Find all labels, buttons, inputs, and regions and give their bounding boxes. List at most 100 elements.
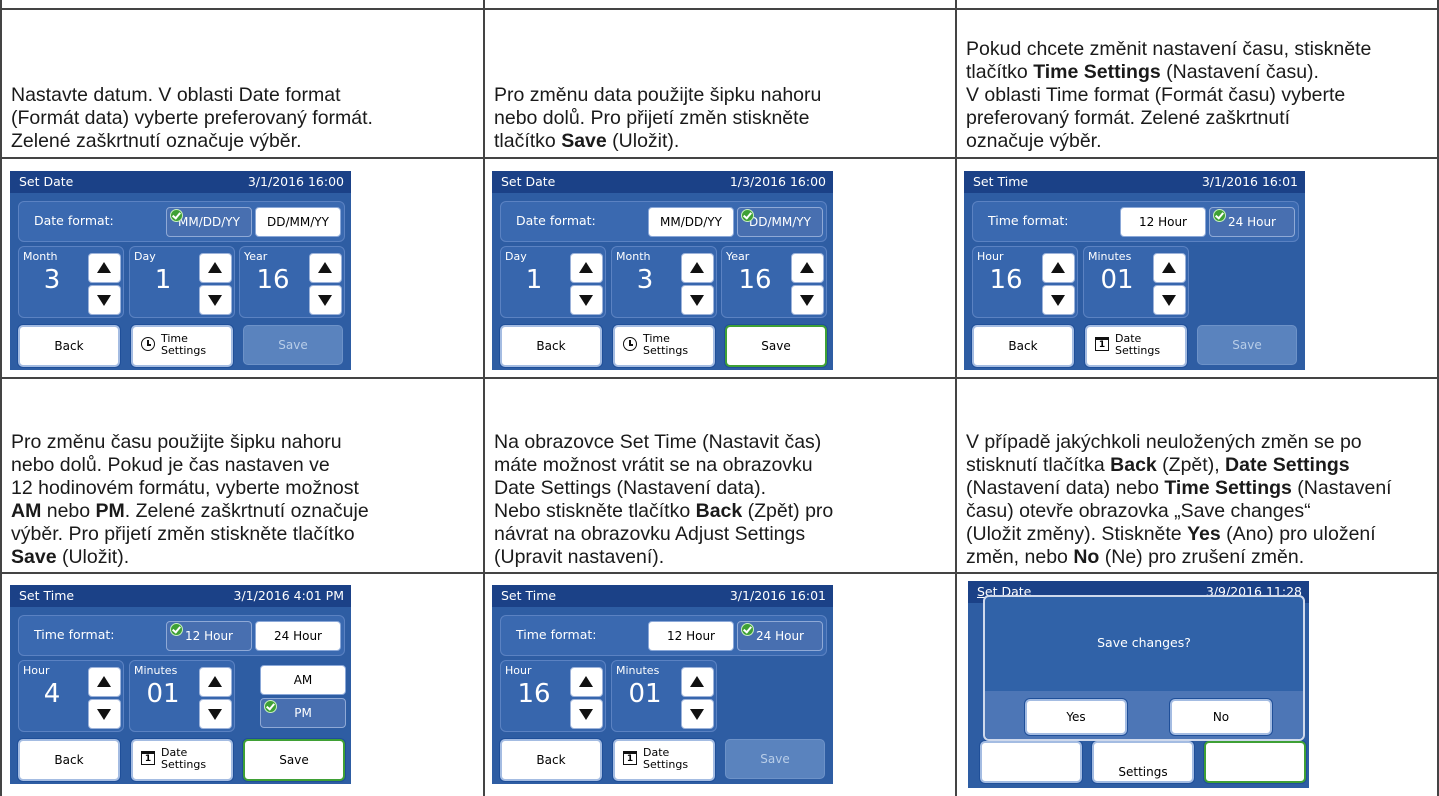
pm-button[interactable]: PM [260,698,346,728]
back-button[interactable]: Back [18,325,120,367]
datetime-display: 1/3/2016 16:00 [729,174,826,189]
save-button[interactable]: Save [243,325,343,365]
table-divider [0,572,1439,574]
behind-button [980,741,1082,783]
down-arrow-icon[interactable] [570,699,603,729]
minutes-spinner: Minutes 01 [1083,246,1189,318]
down-arrow-icon[interactable] [1042,285,1075,315]
save-button[interactable]: Save [1197,325,1297,365]
down-arrow-icon[interactable] [199,285,232,315]
set-time-screen: Set Time 3/1/2016 4:01 PM Time format: 12… [10,585,351,784]
down-arrow-icon[interactable] [88,699,121,729]
screen-title: Set Date [501,174,556,189]
up-arrow-icon[interactable] [791,253,824,283]
back-button[interactable]: Back [972,325,1074,367]
save-changes-screen: Set Date 3/9/2016 11:28 Settings Save cha… [968,581,1309,788]
minutes-spinner: Minutes 01 [611,660,717,732]
format-option-ddmmyy[interactable]: DD/MM/YY [737,207,823,237]
back-button[interactable]: Back [500,325,602,367]
table-divider [0,377,1439,379]
time-settings-button[interactable]: Time Settings [131,325,233,367]
set-time-screen: Set Time 3/1/2016 16:01 Time format: 12 H… [964,171,1305,370]
time-settings-button[interactable]: Time Settings [613,325,715,367]
up-arrow-icon[interactable] [681,667,714,697]
clock-icon [623,337,637,351]
down-arrow-icon[interactable] [570,285,603,315]
check-icon [170,623,183,636]
date-settings-button[interactable]: 1 Date Settings [131,739,233,781]
spinner-value: 16 [738,265,772,295]
down-arrow-icon[interactable] [791,285,824,315]
format-panel: Time format: 12 Hour 24 Hour [500,615,827,656]
up-arrow-icon[interactable] [681,253,714,283]
down-arrow-icon[interactable] [88,285,121,315]
back-button[interactable]: Back [500,739,602,781]
up-arrow-icon[interactable] [1153,253,1186,283]
datetime-display: 3/1/2016 16:00 [247,174,344,189]
save-button[interactable]: Save [243,739,345,781]
behind-save-button [1204,741,1306,783]
up-arrow-icon[interactable] [199,667,232,697]
format-option-24-hour[interactable]: 24 Hour [737,621,823,651]
spinner-label: Hour [505,664,532,677]
datetime-display: 3/1/2016 16:01 [1201,174,1298,189]
down-arrow-icon[interactable] [681,285,714,315]
format-option-24-hour[interactable]: 24 Hour [255,621,341,651]
minutes-spinner: Minutes 01 [129,660,235,732]
up-arrow-icon[interactable] [309,253,342,283]
table-divider [483,0,485,796]
hour-spinner: Hour 16 [972,246,1078,318]
title-bar: Set Time 3/1/2016 16:01 [492,585,833,607]
format-option-12-hour[interactable]: 12 Hour [166,621,252,651]
day-spinner: Day 1 [500,246,606,318]
spinner-label: Minutes [134,664,178,677]
format-option-ddmmyy[interactable]: DD/MM/YY [255,207,341,237]
up-arrow-icon[interactable] [570,667,603,697]
hour-spinner: Hour 4 [18,660,124,732]
save-button[interactable]: Save [725,325,827,367]
spinner-value: 16 [989,265,1023,295]
spinner-label: Month [616,250,651,263]
date-settings-button[interactable]: 1 Date Settings [613,739,715,781]
spinner-label: Year [244,250,268,263]
spinner-label: Hour [23,664,50,677]
down-arrow-icon[interactable] [309,285,342,315]
up-arrow-icon[interactable] [88,667,121,697]
set-date-screen: Set Date 1/3/2016 16:00 Date format: MM/D… [492,171,833,370]
up-arrow-icon[interactable] [570,253,603,283]
down-arrow-icon[interactable] [199,699,232,729]
instruction-text: Nastavte datum. V oblasti Date format (F… [11,84,373,152]
calendar-icon: 1 [1095,337,1109,351]
down-arrow-icon[interactable] [1153,285,1186,315]
save-changes-dialog: Save changes? Yes No [983,595,1305,741]
up-arrow-icon[interactable] [199,253,232,283]
format-panel: Time format: 12 Hour 24 Hour [972,201,1299,242]
no-button[interactable]: No [1170,699,1272,735]
spinner-value: 16 [256,265,290,295]
instruction-text: Pro změnu času použijte šipku nahoru neb… [11,431,369,568]
format-option-mmddyy[interactable]: MM/DD/YY [166,207,252,237]
set-time-screen: Set Time 3/1/2016 16:01 Time format: 12 H… [492,585,833,784]
spinner-label: Day [134,250,156,263]
format-option-12-hour[interactable]: 12 Hour [1120,207,1206,237]
down-arrow-icon[interactable] [681,699,714,729]
date-settings-button[interactable]: 1 Date Settings [1085,325,1187,367]
calendar-icon: 1 [623,751,637,765]
dialog-question: Save changes? [1097,635,1191,650]
spinner-value: 1 [154,265,172,295]
save-button[interactable]: Save [725,739,825,779]
up-arrow-icon[interactable] [88,253,121,283]
title-bar: Set Date 1/3/2016 16:00 [492,171,833,193]
am-button[interactable]: AM [260,665,346,695]
spinner-value: 3 [636,265,654,295]
day-spinner: Day 1 [129,246,235,318]
datetime-display: 3/1/2016 16:01 [729,588,826,603]
format-option-24-hour[interactable]: 24 Hour [1209,207,1295,237]
format-option-mmddyy[interactable]: MM/DD/YY [648,207,734,237]
format-option-12-hour[interactable]: 12 Hour [648,621,734,651]
title-bar: Set Time 3/1/2016 16:01 [964,171,1305,193]
up-arrow-icon[interactable] [1042,253,1075,283]
yes-button[interactable]: Yes [1025,699,1127,735]
back-button[interactable]: Back [18,739,120,781]
screen-title: Set Date [19,174,74,189]
